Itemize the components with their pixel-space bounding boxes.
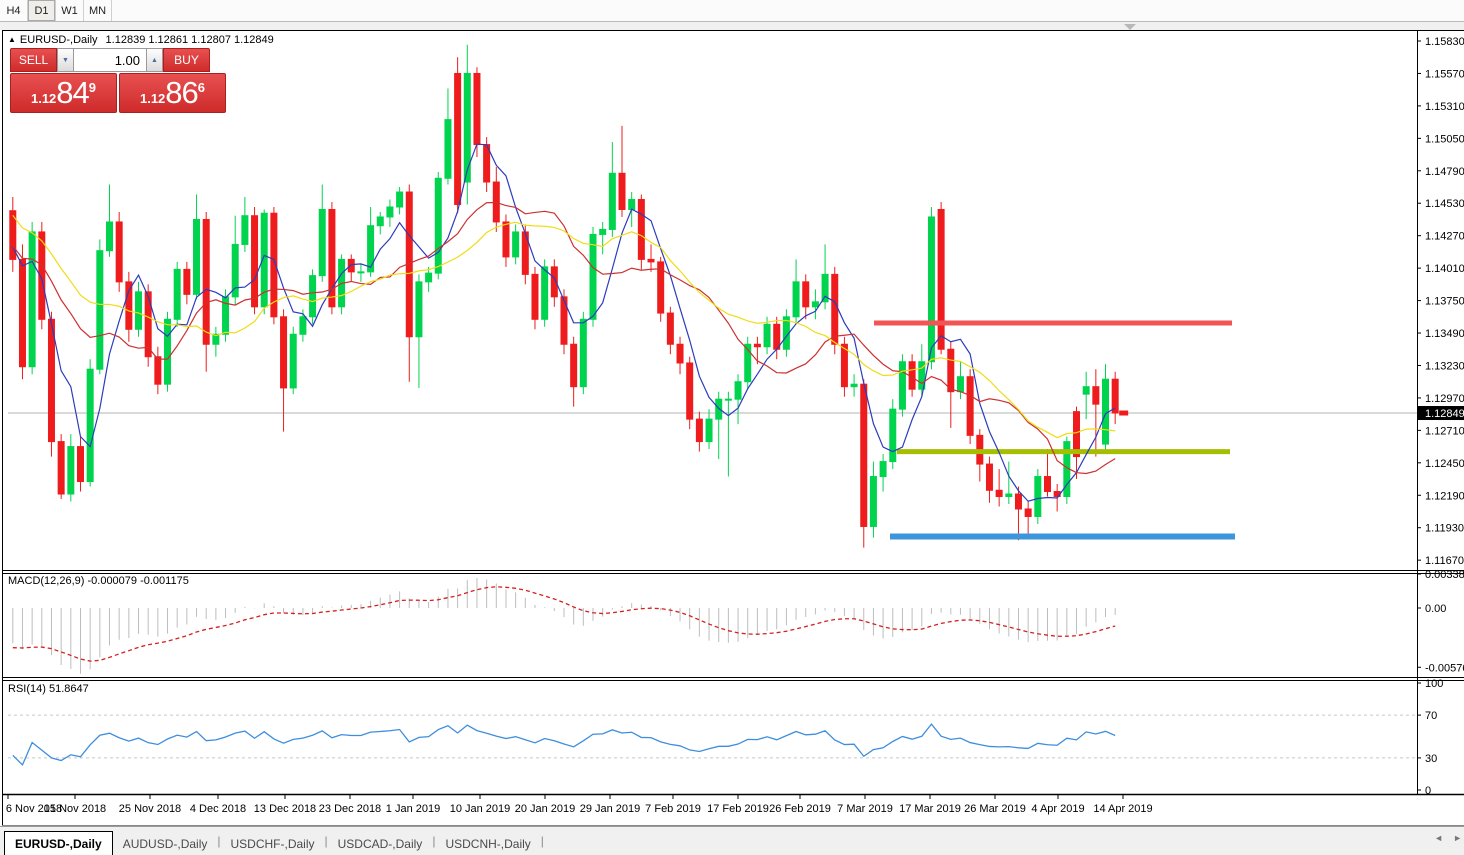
rsi-value: 51.8647 [49,683,89,695]
rsi-label: RSI(14) 51.8647 [8,683,89,695]
tab-scroll-left-icon[interactable]: ◄ [1434,833,1443,843]
buy-price-button[interactable]: 1.12 86 6 [119,73,226,113]
buy-price-main: 86 [165,75,197,111]
mt4-window: { "toolbar": { "timeframes": [ {"label":… [0,0,1464,855]
svg-text:23 Dec 2018: 23 Dec 2018 [319,803,381,815]
current-price-tag: 1.12849 [1425,408,1464,420]
svg-text:4 Apr 2019: 4 Apr 2019 [1031,803,1084,815]
svg-text:1.15570: 1.15570 [1425,68,1464,80]
timeframe-h4-button[interactable]: H4 [0,0,28,21]
svg-text:1 Jan 2019: 1 Jan 2019 [386,803,440,815]
svg-text:1.11930: 1.11930 [1425,523,1464,535]
svg-text:30: 30 [1425,753,1437,765]
tab-usdcnh[interactable]: USDCNH-,Daily [435,833,540,855]
macd-label: MACD(12,26,9) -0.000079 -0.001175 [8,575,189,587]
svg-text:20 Jan 2019: 20 Jan 2019 [515,803,576,815]
svg-text:1.14270: 1.14270 [1425,231,1464,243]
svg-text:14 Apr 2019: 14 Apr 2019 [1093,803,1152,815]
volume-decrease-button[interactable]: ▼ [57,48,74,72]
volume-input[interactable]: 1.00 [74,48,146,72]
svg-text:1.11670: 1.11670 [1425,555,1464,567]
chart-region[interactable]: 1.15830 1.15570 1.15310 1.15050 1.14790 1.145… [0,22,1464,826]
sell-price-button[interactable]: 1.12 84 9 [10,73,117,113]
symbol-tabbar: EURUSD-,Daily AUDUSD-,Daily | USDCHF-,Da… [0,826,1464,855]
svg-text:26 Feb 2019: 26 Feb 2019 [769,803,831,815]
tab-eurusd[interactable]: EURUSD-,Daily [4,831,113,855]
last-price-marker [1119,411,1128,416]
svg-text:1.12450: 1.12450 [1425,458,1464,470]
volume-increase-button[interactable]: ▲ [146,48,163,72]
svg-text:26 Mar 2019: 26 Mar 2019 [964,803,1026,815]
svg-text:1.13230: 1.13230 [1425,360,1464,372]
svg-text:0.00: 0.00 [1425,603,1446,615]
svg-text:0.003387: 0.003387 [1425,569,1464,581]
svg-text:25 Nov 2018: 25 Nov 2018 [119,803,181,815]
svg-text:1.13750: 1.13750 [1425,296,1464,308]
timeframe-d1-button[interactable]: D1 [28,0,56,21]
svg-text:1.15050: 1.15050 [1425,133,1464,145]
svg-text:4 Dec 2018: 4 Dec 2018 [190,803,246,815]
svg-text:1.14010: 1.14010 [1425,263,1464,275]
svg-text:0: 0 [1425,785,1431,797]
svg-text:1.12710: 1.12710 [1425,425,1464,437]
buy-price-prefix: 1.12 [140,91,165,106]
one-click-trading-panel: SELL ▼ 1.00 ▲ BUY 1.12 84 9 1.12 86 6 [10,48,226,113]
svg-text:1.14530: 1.14530 [1425,198,1464,210]
svg-text:1.12190: 1.12190 [1425,490,1464,502]
svg-text:-0.00576: -0.00576 [1425,662,1464,674]
tab-audusd[interactable]: AUDUSD-,Daily [113,833,218,855]
timeframe-mn-button[interactable]: MN [84,0,112,21]
svg-text:17 Mar 2019: 17 Mar 2019 [899,803,961,815]
svg-text:7 Feb 2019: 7 Feb 2019 [645,803,701,815]
svg-text:1.15310: 1.15310 [1425,101,1464,113]
collapse-trade-panel-icon[interactable]: ▲ [8,35,16,44]
svg-text:7 Mar 2019: 7 Mar 2019 [837,803,893,815]
macd-values: -0.000079 -0.001175 [87,575,188,587]
price-chart-canvas[interactable]: 1.15830 1.15570 1.15310 1.15050 1.14790 1.145… [0,22,1464,826]
svg-text:1.14790: 1.14790 [1425,166,1464,178]
tab-usdcad[interactable]: USDCAD-,Daily [328,833,433,855]
buy-price-pip: 6 [198,80,205,95]
svg-text:10 Jan 2019: 10 Jan 2019 [450,803,511,815]
tab-scroll-right-icon[interactable]: ► [1453,833,1462,843]
tab-usdchf[interactable]: USDCHF-,Daily [221,833,325,855]
svg-text:13 Dec 2018: 13 Dec 2018 [254,803,316,815]
tab-separator: | [541,834,544,848]
svg-text:29 Jan 2019: 29 Jan 2019 [580,803,641,815]
sell-price-prefix: 1.12 [31,91,56,106]
buy-button[interactable]: BUY [163,48,210,72]
sell-button[interactable]: SELL [10,48,57,72]
svg-text:1.13490: 1.13490 [1425,328,1464,340]
svg-text:15 Nov 2018: 15 Nov 2018 [44,803,106,815]
timeframe-toolbar: H4 D1 W1 MN [0,0,1464,22]
symbol-period-label: EURUSD-,Daily [20,34,98,46]
svg-text:17 Feb 2019: 17 Feb 2019 [707,803,769,815]
chart-symbol-title: ▲ EURUSD-,Daily 1.12839 1.12861 1.12807 1.… [8,34,274,46]
ohlc-values: 1.12839 1.12861 1.12807 1.12849 [106,34,274,46]
timeframe-w1-button[interactable]: W1 [56,0,84,21]
svg-text:70: 70 [1425,710,1437,722]
sell-price-pip: 9 [89,80,96,95]
svg-text:1.15830: 1.15830 [1425,36,1464,48]
svg-text:100: 100 [1425,678,1443,690]
sell-price-main: 84 [56,75,88,111]
svg-text:1.12970: 1.12970 [1425,393,1464,405]
